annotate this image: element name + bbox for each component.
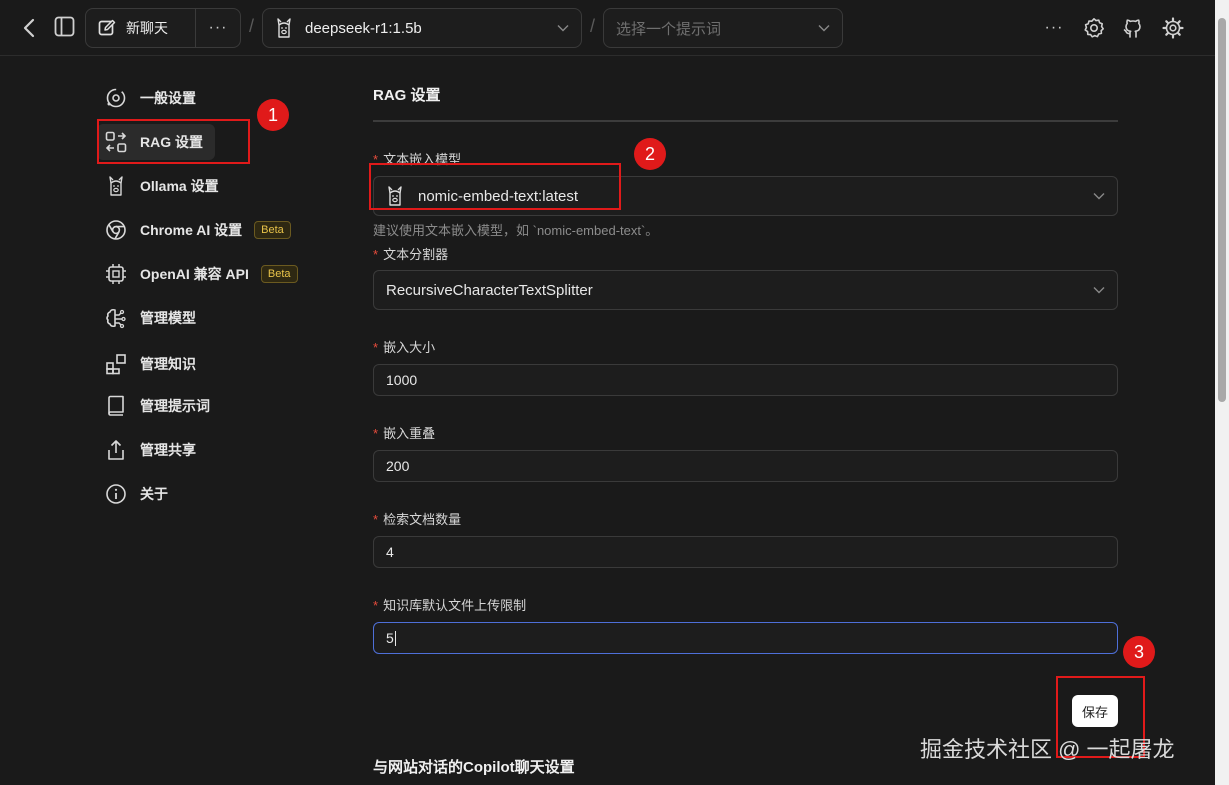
beta-badge: Beta	[260, 265, 298, 283]
new-chat-label: 新聊天	[126, 20, 168, 36]
chunk-size-input[interactable]: 1000	[373, 364, 1118, 396]
prompt-select-placeholder: 选择一个提示词	[616, 20, 722, 38]
retrieval-count-input[interactable]: 4	[373, 536, 1118, 568]
llama-icon	[105, 175, 127, 197]
new-chat-button[interactable]: 新聊天	[86, 9, 196, 47]
label-text: 嵌入重叠	[383, 426, 436, 441]
sidebar-item-label: Chrome AI 设置	[140, 222, 243, 238]
chunk-overlap-label: * 嵌入重叠	[373, 423, 435, 442]
sidebar-item-manage-knowledge[interactable]: 管理知识	[97, 346, 196, 382]
embedding-model-help: 建议使用文本嵌入模型，如 `nomic-embed-text`。	[373, 223, 659, 238]
title-divider	[373, 120, 1118, 122]
chunk-size-label: * 嵌入大小	[373, 337, 435, 356]
chevron-down-icon	[557, 24, 569, 32]
annotation-number-3: 3	[1123, 636, 1155, 668]
github-icon[interactable]	[1121, 16, 1145, 40]
prompt-select[interactable]: 选择一个提示词	[603, 8, 843, 48]
settings-cog-icon[interactable]	[1082, 16, 1106, 40]
retrieval-count-value: 4	[386, 544, 394, 560]
required-mark: *	[373, 426, 379, 441]
sidebar-item-manage-sharing[interactable]: 管理共享	[97, 432, 196, 468]
llama-icon	[275, 17, 293, 39]
annotation-box-2	[369, 163, 621, 210]
label-text: 嵌入大小	[383, 340, 436, 355]
page-title: RAG 设置	[373, 87, 441, 104]
upload-limit-input[interactable]: 5	[373, 622, 1118, 654]
sidebar-item-label: 管理共享	[140, 442, 196, 458]
general-settings-icon	[105, 87, 127, 109]
chevron-down-icon	[818, 24, 830, 32]
annotation-number-2: 2	[634, 138, 666, 170]
beta-badge: Beta	[254, 221, 291, 239]
chunk-size-value: 1000	[386, 372, 418, 388]
model-select[interactable]: deepseek-r1:1.5b	[262, 8, 582, 48]
sidebar-item-label: 一般设置	[140, 90, 196, 106]
book-icon	[105, 395, 127, 417]
back-icon[interactable]	[18, 16, 40, 40]
upload-limit-text: 5	[386, 629, 394, 646]
annotation-number-1: 1	[257, 99, 289, 131]
sidebar-item-label: 管理提示词	[140, 398, 210, 414]
edit-icon	[98, 19, 116, 37]
sidebar-item-general[interactable]: 一般设置	[97, 80, 196, 116]
more-options-button[interactable]: ···	[1040, 16, 1068, 40]
retrieval-count-label: * 检索文档数量	[373, 509, 461, 528]
section-title-copilot: 与网站对话的Copilot聊天设置	[373, 759, 575, 776]
gear-icon[interactable]	[1161, 16, 1185, 40]
sidebar-item-label: OpenAI 兼容 API	[140, 266, 249, 282]
chat-more-button[interactable]: ···	[196, 19, 240, 37]
chrome-icon	[105, 219, 127, 241]
top-bar: 新聊天 ··· / deepseek-r1:1.5b / 选择一个提示词 ···	[0, 0, 1229, 56]
breadcrumb-separator: /	[249, 16, 255, 36]
sidebar-item-manage-models[interactable]: 管理模型	[97, 300, 196, 336]
sidebar-item-label: 管理模型	[140, 310, 196, 326]
sidebar-item-label: 关于	[140, 486, 168, 502]
sidebar-item-label: Ollama 设置	[140, 178, 219, 194]
chunk-overlap-input[interactable]: 200	[373, 450, 1118, 482]
required-mark: *	[373, 247, 379, 262]
sidebar-item-label: 管理知识	[140, 356, 196, 372]
chip-icon	[105, 263, 127, 285]
text-splitter-value: RecursiveCharacterTextSplitter	[386, 281, 593, 299]
sidebar-item-chrome-ai[interactable]: Chrome AI 设置 Beta	[97, 212, 291, 248]
label-text: 知识库默认文件上传限制	[383, 598, 527, 613]
brain-icon	[105, 307, 127, 329]
sidebar-toggle-icon[interactable]	[53, 15, 75, 37]
required-mark: *	[373, 598, 379, 613]
model-select-value: deepseek-r1:1.5b	[305, 19, 422, 37]
scrollbar-thumb[interactable]	[1218, 18, 1226, 402]
label-text: 文本分割器	[383, 247, 449, 262]
chevron-down-icon	[1093, 286, 1105, 294]
chunk-overlap-value: 200	[386, 458, 410, 474]
share-icon	[105, 439, 127, 461]
splitter-label: * 文本分割器	[373, 244, 448, 263]
chevron-down-icon	[1093, 192, 1105, 200]
watermark-text: 掘金技术社区 @ 一起屠龙	[920, 737, 1175, 762]
upload-limit-value: 5	[386, 630, 1117, 647]
sidebar-item-about[interactable]: 关于	[97, 476, 168, 512]
text-splitter-select[interactable]: RecursiveCharacterTextSplitter	[373, 270, 1118, 310]
upload-limit-label: * 知识库默认文件上传限制	[373, 595, 526, 614]
annotation-box-1	[97, 119, 250, 164]
sidebar-item-openai-api[interactable]: OpenAI 兼容 API Beta	[97, 256, 298, 292]
blocks-icon	[105, 353, 127, 375]
new-chat-group: 新聊天 ···	[85, 8, 241, 48]
label-text: 检索文档数量	[383, 512, 462, 527]
sidebar-item-manage-prompts[interactable]: 管理提示词	[97, 388, 210, 424]
breadcrumb-separator: /	[590, 16, 596, 36]
required-mark: *	[373, 512, 379, 527]
sidebar-item-ollama[interactable]: Ollama 设置	[97, 168, 219, 204]
info-icon	[105, 483, 127, 505]
required-mark: *	[373, 340, 379, 355]
text-caret	[394, 631, 396, 647]
